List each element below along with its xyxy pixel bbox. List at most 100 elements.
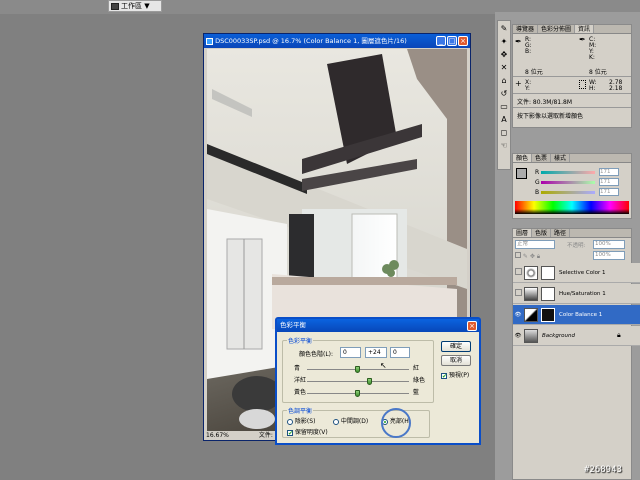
r-slider[interactable]: [541, 170, 595, 174]
b-value-input[interactable]: 171: [599, 188, 619, 196]
lock-image-icon[interactable]: ✎: [523, 253, 528, 260]
lock-icons: ✎ ✥ 🔒︎: [515, 252, 575, 260]
eyedropper-icon: ✒: [515, 37, 522, 46]
divider-2: [513, 93, 631, 94]
opacity-label: 不透明:: [567, 243, 586, 249]
layer-name: Background: [542, 332, 575, 339]
brush-icon[interactable]: ✎: [498, 22, 510, 34]
preserve-luminosity-checkbox[interactable]: ✔: [287, 429, 293, 436]
tab-layers[interactable]: 圖層: [513, 229, 533, 237]
g-slider[interactable]: [541, 180, 595, 184]
layers-panel: 圖層 色版 路徑 正常 不透明: 100% ✎ ✥ 🔒︎ 100% Select…: [512, 228, 640, 480]
layer-mask-thumb[interactable]: [541, 265, 555, 280]
opacity-input[interactable]: 100%: [593, 240, 625, 249]
color-row-r: R 171: [535, 167, 631, 177]
midtones-radio[interactable]: [333, 418, 339, 425]
color-row-b: B 171: [535, 187, 631, 197]
color-balance-dialog[interactable]: 色彩平衡 × 色彩平衡 顏色色階(L): 0 +24 0 ↖ 青 紅 洋紅 綠色…: [275, 317, 481, 445]
layer-row-selected[interactable]: 👁︎ Color Balance 1: [513, 305, 640, 325]
layer-row[interactable]: Selective Color 1: [513, 263, 640, 283]
slider-cyan-label: 青: [294, 365, 301, 372]
level-yellow-blue-input[interactable]: 0: [390, 347, 410, 358]
level-magenta-green-input[interactable]: +24: [365, 347, 387, 358]
document-title[interactable]: DSC00033SP.psd @ 16.7% (Color Balance 1,…: [204, 34, 470, 48]
tab-histogram[interactable]: 色彩分佈圖: [538, 25, 576, 33]
g-value-input[interactable]: 171: [599, 178, 619, 186]
lock-all-icon[interactable]: 🔒︎: [537, 253, 540, 260]
lock-transparency-icon[interactable]: [515, 252, 521, 258]
preview-checkbox[interactable]: ✔: [441, 372, 447, 379]
yellow-blue-knob[interactable]: [355, 390, 360, 397]
text-icon[interactable]: A: [498, 113, 510, 125]
midtones-label: 中間調(D): [340, 418, 369, 425]
h-value: 2.18: [609, 85, 623, 92]
shape-icon[interactable]: ◻: [498, 126, 510, 138]
dialog-close-button[interactable]: ×: [467, 321, 477, 331]
layer-row[interactable]: 👁︎ Background 🔒︎: [513, 326, 640, 346]
maximize-button[interactable]: □: [447, 36, 457, 46]
blend-mode-select[interactable]: 正常: [515, 240, 555, 249]
level-cyan-red-input[interactable]: 0: [340, 347, 361, 358]
layer-name: Hue/Saturation 1: [559, 290, 606, 297]
hand-icon[interactable]: ☜: [498, 139, 510, 151]
tab-channels[interactable]: 色版: [532, 229, 552, 237]
tone-shadows-option[interactable]: 陰影(S): [287, 416, 315, 425]
eraser-icon[interactable]: ▭: [498, 100, 510, 112]
shadows-radio[interactable]: [287, 418, 293, 425]
magenta-green-knob[interactable]: [367, 378, 373, 385]
r-value-input[interactable]: 171: [599, 168, 619, 176]
slider-red-label: 紅: [413, 365, 420, 372]
workspace-icon: [111, 2, 119, 10]
cyan-red-knob[interactable]: [355, 366, 360, 373]
layer-mask-thumb[interactable]: [541, 286, 555, 301]
preview-option[interactable]: ✔ 預視(P): [441, 370, 469, 379]
history-brush-icon[interactable]: ↺: [498, 87, 510, 99]
h-label: H:: [589, 85, 596, 92]
eye-icon[interactable]: 👁︎: [513, 312, 523, 318]
ps-doc-icon: [206, 37, 213, 45]
tool-x-icon[interactable]: ✕: [498, 61, 510, 73]
tab-styles[interactable]: 樣式: [551, 154, 571, 162]
layer-mask-thumb[interactable]: [541, 307, 555, 322]
visibility-toggle[interactable]: [513, 268, 523, 277]
cancel-button[interactable]: 取消: [441, 355, 471, 366]
tab-color[interactable]: 顏色: [513, 154, 533, 162]
foreground-swatch[interactable]: [516, 168, 527, 179]
rgb-readout: ✒ R: G: B:: [515, 37, 532, 55]
shadows-label: 陰影(S): [294, 418, 316, 425]
ok-button[interactable]: 確定: [441, 341, 471, 352]
tone-midtones-option[interactable]: 中間調(D): [333, 416, 368, 425]
layer-name: Color Balance 1: [559, 311, 603, 318]
bit-right: 8 位元: [589, 69, 607, 76]
slider-green-label: 綠色: [413, 377, 426, 384]
wand-icon[interactable]: ✦: [498, 35, 510, 47]
slider-yellow-label: 黃色: [294, 389, 307, 396]
layer-row[interactable]: Hue/Saturation 1: [513, 284, 640, 304]
color-ramp[interactable]: [515, 201, 629, 214]
b-slider[interactable]: [541, 190, 595, 194]
info-hint: 按下影像以選取新增顏色: [517, 113, 584, 120]
eye-icon[interactable]: 👁︎: [513, 333, 523, 339]
color-sliders: R 171 G 171 B 171: [535, 167, 631, 197]
visibility-toggle[interactable]: [513, 289, 523, 298]
crosshair-icon: +: [515, 79, 522, 88]
stamp-icon[interactable]: ⌂: [498, 74, 510, 86]
tab-swatches[interactable]: 色票: [532, 154, 552, 162]
preserve-luminosity-option[interactable]: ✔ 保留明度(V): [287, 427, 328, 436]
magenta-green-track[interactable]: [307, 381, 409, 382]
lock-position-icon[interactable]: ✥: [530, 253, 535, 260]
highlight-circle: [381, 408, 411, 438]
fill-input[interactable]: 100%: [593, 251, 625, 260]
k-label: K:: [589, 54, 595, 61]
minimize-button[interactable]: _: [436, 36, 446, 46]
dialog-title[interactable]: 色彩平衡: [277, 319, 479, 332]
tab-info[interactable]: 資訊: [575, 25, 595, 33]
move-icon[interactable]: ✥: [498, 48, 510, 60]
close-button[interactable]: ×: [458, 36, 468, 46]
status-label[interactable]: 文件:: [259, 432, 273, 439]
workspace-menu[interactable]: 工作區 ▼: [108, 0, 162, 12]
tab-navigator[interactable]: 導覽器: [513, 25, 539, 33]
slider-blue-label: 藍: [413, 389, 420, 396]
tab-paths[interactable]: 路徑: [551, 229, 571, 237]
zoom-value[interactable]: 16.67%: [206, 432, 229, 439]
